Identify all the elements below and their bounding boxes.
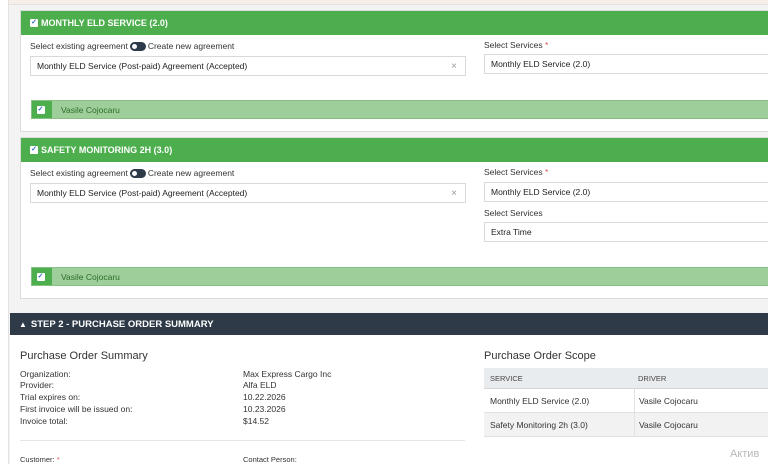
table-row: Safety Monitoring 2h (3.0) Vasile Cojoca… [484, 413, 768, 437]
check-icon[interactable]: ✓ [30, 146, 38, 154]
close-icon[interactable]: × [451, 61, 457, 72]
summary-key: Invoice total: [20, 416, 68, 426]
summary-value: 10.22.2026 [243, 392, 286, 402]
column-header-service: SERVICE [490, 373, 523, 383]
toggle-label-existing: Select existing agreement [30, 168, 128, 178]
service-header[interactable]: ✓ SAFETY MONITORING 2H (3.0) [21, 138, 768, 162]
driver-name: Vasile Cojocaru [61, 271, 120, 282]
purchase-order-summary-section: Purchase Order Summary Organization: Max… [10, 335, 768, 464]
service-header[interactable]: ✓ MONTHLY ELD SERVICE (2.0) [21, 11, 768, 35]
customer-label: Customer: * [20, 455, 60, 464]
check-icon: ✓ [36, 105, 45, 114]
step-2-title: STEP 2 - PURCHASE ORDER SUMMARY [30, 318, 214, 330]
agreement-toggle: Select existing agreement Create new agr… [30, 41, 234, 51]
extra-services-select[interactable]: Extra Time [484, 222, 768, 242]
summary-key: Provider: [20, 380, 55, 390]
agreement-select-value: Monthly ELD Service (Post-paid) Agreemen… [37, 61, 248, 71]
service-header-title: SAFETY MONITORING 2H (3.0) [41, 145, 173, 155]
top-panel-edge [9, 0, 768, 5]
toggle-label-new: Create new agreement [147, 41, 235, 51]
close-icon[interactable]: × [451, 188, 457, 199]
service-header-title: MONTHLY ELD SERVICE (2.0) [41, 18, 168, 28]
driver-row[interactable]: ✓ Vasile Cojocaru [31, 267, 768, 286]
left-sidebar-edge [0, 0, 9, 464]
summary-value: $14.52 [243, 416, 269, 426]
service-panel-monthly-eld: ✓ MONTHLY ELD SERVICE (2.0) Select exist… [20, 10, 768, 132]
scope-driver-cell: Vasile Cojocaru [634, 413, 768, 436]
extra-services-select-value: Extra Time [491, 227, 532, 237]
scope-title: Purchase Order Scope [484, 350, 596, 362]
summary-row: First invoice will be issued on: 10.23.2… [20, 404, 360, 415]
summary-row: Invoice total: $14.52 [20, 416, 360, 427]
summary-value: Alfa ELD [243, 380, 277, 390]
toggle-label-new: Create new agreement [147, 168, 235, 178]
scope-table-header: SERVICE DRIVER [484, 368, 768, 389]
driver-checkbox[interactable]: ✓ [32, 268, 52, 285]
service-panel-safety-monitoring: ✓ SAFETY MONITORING 2H (3.0) Select exis… [20, 137, 768, 299]
table-row: Monthly ELD Service (2.0) Vasile Cojocar… [484, 389, 768, 413]
scope-service-cell: Safety Monitoring 2h (3.0) [490, 419, 588, 430]
driver-row[interactable]: ✓ Vasile Cojocaru [31, 100, 768, 119]
summary-row: Provider: Alfa ELD [20, 380, 360, 391]
select-services-label: Select Services * [484, 40, 549, 50]
check-icon: ✓ [36, 272, 45, 281]
summary-divider [20, 440, 465, 441]
agreement-switch[interactable] [129, 168, 146, 178]
chevron-up-icon[interactable]: ▲ [19, 320, 27, 329]
scope-service-cell: Monthly ELD Service (2.0) [490, 395, 590, 406]
summary-row: Trial expires on: 10.22.2026 [20, 392, 360, 403]
activation-watermark: Актив [730, 448, 760, 460]
services-select[interactable]: Monthly ELD Service (2.0) [484, 182, 768, 202]
summary-key: Trial expires on: [20, 392, 81, 402]
step-2-header[interactable]: ▲ STEP 2 - PURCHASE ORDER SUMMARY [10, 313, 768, 335]
extra-services-label: Select Services [484, 208, 543, 218]
scope-table: SERVICE DRIVER Monthly ELD Service (2.0)… [484, 368, 768, 437]
contact-person-label: Contact Person: [243, 455, 297, 464]
driver-checkbox[interactable]: ✓ [32, 101, 52, 118]
check-icon[interactable]: ✓ [30, 19, 38, 27]
services-select-value: Monthly ELD Service (2.0) [491, 59, 591, 69]
agreement-switch[interactable] [129, 41, 146, 51]
summary-row: Organization: Max Express Cargo Inc [20, 369, 360, 380]
summary-title: Purchase Order Summary [20, 350, 148, 362]
agreement-select[interactable]: Monthly ELD Service (Post-paid) Agreemen… [30, 183, 466, 203]
summary-key: First invoice will be issued on: [20, 404, 133, 414]
agreement-toggle: Select existing agreement Create new agr… [30, 168, 234, 178]
column-header-driver: DRIVER [638, 373, 667, 383]
select-services-label: Select Services * [484, 167, 549, 177]
driver-name: Vasile Cojocaru [61, 104, 120, 115]
toggle-label-existing: Select existing agreement [30, 41, 128, 51]
page: ✓ MONTHLY ELD SERVICE (2.0) Select exist… [0, 0, 768, 464]
summary-value: 10.23.2026 [243, 404, 286, 414]
summary-value: Max Express Cargo Inc [243, 369, 332, 379]
agreement-select[interactable]: Monthly ELD Service (Post-paid) Agreemen… [30, 56, 466, 76]
services-select[interactable]: Monthly ELD Service (2.0) [484, 54, 768, 74]
summary-key: Organization: [20, 369, 71, 379]
scope-driver-cell: Vasile Cojocaru [634, 389, 768, 412]
services-select-value: Monthly ELD Service (2.0) [491, 187, 591, 197]
agreement-select-value: Monthly ELD Service (Post-paid) Agreemen… [37, 188, 248, 198]
